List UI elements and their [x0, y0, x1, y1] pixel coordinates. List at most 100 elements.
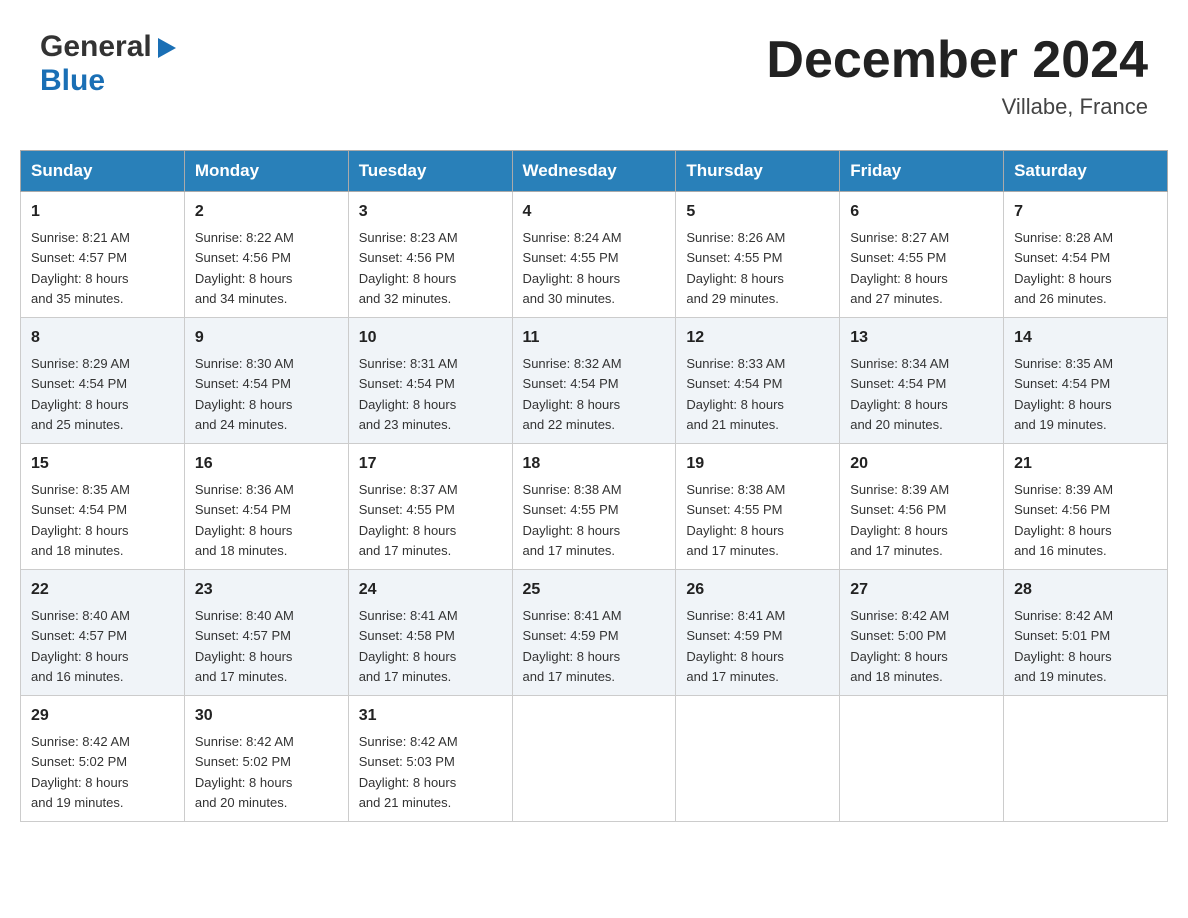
daylight-info2: and 19 minutes.	[1014, 417, 1107, 432]
day-number: 15	[31, 452, 174, 476]
daylight-info: Daylight: 8 hours	[523, 271, 621, 286]
sunset-info: Sunset: 4:58 PM	[359, 628, 455, 643]
sunset-info: Sunset: 4:56 PM	[195, 250, 291, 265]
sunrise-info: Sunrise: 8:35 AM	[31, 482, 130, 497]
daylight-info2: and 19 minutes.	[31, 795, 124, 810]
table-row: 30 Sunrise: 8:42 AM Sunset: 5:02 PM Dayl…	[184, 696, 348, 822]
daylight-info: Daylight: 8 hours	[686, 271, 784, 286]
sunrise-info: Sunrise: 8:33 AM	[686, 356, 785, 371]
daylight-info: Daylight: 8 hours	[195, 649, 293, 664]
sunset-info: Sunset: 5:02 PM	[195, 754, 291, 769]
table-row	[512, 696, 676, 822]
sunrise-info: Sunrise: 8:34 AM	[850, 356, 949, 371]
day-number: 26	[686, 578, 829, 602]
col-monday: Monday	[184, 151, 348, 192]
sunset-info: Sunset: 4:54 PM	[850, 376, 946, 391]
daylight-info: Daylight: 8 hours	[31, 775, 129, 790]
table-row: 7 Sunrise: 8:28 AM Sunset: 4:54 PM Dayli…	[1004, 192, 1168, 318]
table-row: 17 Sunrise: 8:37 AM Sunset: 4:55 PM Dayl…	[348, 444, 512, 570]
sunrise-info: Sunrise: 8:32 AM	[523, 356, 622, 371]
day-number: 3	[359, 200, 502, 224]
calendar-week-row: 29 Sunrise: 8:42 AM Sunset: 5:02 PM Dayl…	[21, 696, 1168, 822]
sunset-info: Sunset: 4:54 PM	[1014, 250, 1110, 265]
table-row: 26 Sunrise: 8:41 AM Sunset: 4:59 PM Dayl…	[676, 570, 840, 696]
location: Villabe, France	[766, 94, 1148, 120]
sunrise-info: Sunrise: 8:39 AM	[850, 482, 949, 497]
daylight-info: Daylight: 8 hours	[359, 271, 457, 286]
daylight-info: Daylight: 8 hours	[195, 271, 293, 286]
calendar-table: Sunday Monday Tuesday Wednesday Thursday…	[20, 150, 1168, 822]
calendar-week-row: 1 Sunrise: 8:21 AM Sunset: 4:57 PM Dayli…	[21, 192, 1168, 318]
day-number: 8	[31, 326, 174, 350]
day-number: 25	[523, 578, 666, 602]
day-number: 29	[31, 704, 174, 728]
sunrise-info: Sunrise: 8:24 AM	[523, 230, 622, 245]
sunset-info: Sunset: 4:55 PM	[686, 502, 782, 517]
daylight-info: Daylight: 8 hours	[686, 397, 784, 412]
daylight-info2: and 19 minutes.	[1014, 669, 1107, 684]
day-number: 18	[523, 452, 666, 476]
sunrise-info: Sunrise: 8:21 AM	[31, 230, 130, 245]
sunset-info: Sunset: 4:55 PM	[359, 502, 455, 517]
sunrise-info: Sunrise: 8:42 AM	[850, 608, 949, 623]
day-number: 21	[1014, 452, 1157, 476]
sunrise-info: Sunrise: 8:41 AM	[523, 608, 622, 623]
col-sunday: Sunday	[21, 151, 185, 192]
table-row	[676, 696, 840, 822]
sunset-info: Sunset: 4:57 PM	[31, 250, 127, 265]
daylight-info: Daylight: 8 hours	[850, 397, 948, 412]
daylight-info: Daylight: 8 hours	[686, 649, 784, 664]
calendar-week-row: 15 Sunrise: 8:35 AM Sunset: 4:54 PM Dayl…	[21, 444, 1168, 570]
calendar-week-row: 22 Sunrise: 8:40 AM Sunset: 4:57 PM Dayl…	[21, 570, 1168, 696]
daylight-info2: and 25 minutes.	[31, 417, 124, 432]
sunset-info: Sunset: 4:54 PM	[31, 502, 127, 517]
daylight-info2: and 17 minutes.	[523, 669, 616, 684]
sunset-info: Sunset: 4:57 PM	[31, 628, 127, 643]
table-row: 11 Sunrise: 8:32 AM Sunset: 4:54 PM Dayl…	[512, 318, 676, 444]
table-row: 27 Sunrise: 8:42 AM Sunset: 5:00 PM Dayl…	[840, 570, 1004, 696]
daylight-info2: and 17 minutes.	[359, 543, 452, 558]
sunrise-info: Sunrise: 8:40 AM	[31, 608, 130, 623]
daylight-info: Daylight: 8 hours	[850, 271, 948, 286]
daylight-info2: and 17 minutes.	[523, 543, 616, 558]
sunrise-info: Sunrise: 8:42 AM	[31, 734, 130, 749]
table-row: 8 Sunrise: 8:29 AM Sunset: 4:54 PM Dayli…	[21, 318, 185, 444]
month-title: December 2024	[766, 30, 1148, 90]
sunset-info: Sunset: 4:56 PM	[359, 250, 455, 265]
day-number: 20	[850, 452, 993, 476]
table-row: 19 Sunrise: 8:38 AM Sunset: 4:55 PM Dayl…	[676, 444, 840, 570]
table-row: 18 Sunrise: 8:38 AM Sunset: 4:55 PM Dayl…	[512, 444, 676, 570]
calendar-week-row: 8 Sunrise: 8:29 AM Sunset: 4:54 PM Dayli…	[21, 318, 1168, 444]
daylight-info2: and 35 minutes.	[31, 291, 124, 306]
logo: General Blue	[40, 30, 182, 98]
table-row: 12 Sunrise: 8:33 AM Sunset: 4:54 PM Dayl…	[676, 318, 840, 444]
day-number: 31	[359, 704, 502, 728]
daylight-info: Daylight: 8 hours	[850, 649, 948, 664]
sunset-info: Sunset: 4:54 PM	[686, 376, 782, 391]
sunrise-info: Sunrise: 8:41 AM	[686, 608, 785, 623]
day-number: 14	[1014, 326, 1157, 350]
sunrise-info: Sunrise: 8:23 AM	[359, 230, 458, 245]
daylight-info2: and 22 minutes.	[523, 417, 616, 432]
calendar-header-row: Sunday Monday Tuesday Wednesday Thursday…	[21, 151, 1168, 192]
daylight-info: Daylight: 8 hours	[1014, 523, 1112, 538]
day-number: 19	[686, 452, 829, 476]
daylight-info2: and 20 minutes.	[195, 795, 288, 810]
table-row: 22 Sunrise: 8:40 AM Sunset: 4:57 PM Dayl…	[21, 570, 185, 696]
sunrise-info: Sunrise: 8:30 AM	[195, 356, 294, 371]
daylight-info2: and 17 minutes.	[359, 669, 452, 684]
daylight-info2: and 18 minutes.	[195, 543, 288, 558]
daylight-info2: and 18 minutes.	[31, 543, 124, 558]
sunrise-info: Sunrise: 8:27 AM	[850, 230, 949, 245]
sunset-info: Sunset: 4:54 PM	[195, 502, 291, 517]
sunset-info: Sunset: 4:54 PM	[523, 376, 619, 391]
col-wednesday: Wednesday	[512, 151, 676, 192]
day-number: 27	[850, 578, 993, 602]
day-number: 4	[523, 200, 666, 224]
sunset-info: Sunset: 5:03 PM	[359, 754, 455, 769]
sunset-info: Sunset: 4:55 PM	[850, 250, 946, 265]
daylight-info2: and 34 minutes.	[195, 291, 288, 306]
sunset-info: Sunset: 5:00 PM	[850, 628, 946, 643]
table-row: 10 Sunrise: 8:31 AM Sunset: 4:54 PM Dayl…	[348, 318, 512, 444]
sunrise-info: Sunrise: 8:22 AM	[195, 230, 294, 245]
